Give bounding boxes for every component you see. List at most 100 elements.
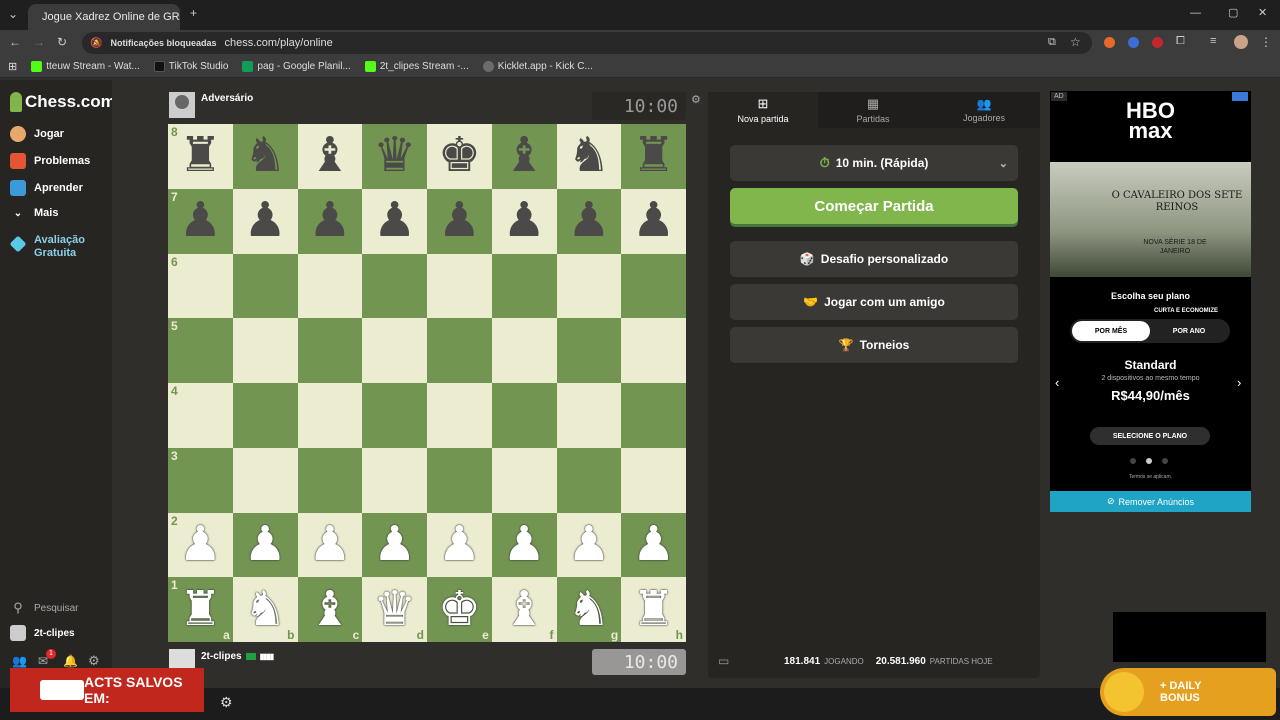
board-square[interactable]: ♜ 1 a (168, 577, 233, 642)
white-knight-icon[interactable]: ♞ (244, 585, 287, 634)
board-square[interactable] (491, 318, 557, 383)
board-square[interactable] (427, 318, 492, 383)
black-bishop-icon[interactable]: ♝ (503, 132, 546, 180)
board-square[interactable]: ♚ (427, 124, 492, 189)
maximize-icon[interactable]: ▢ (1228, 6, 1238, 19)
white-rook-icon[interactable]: ♜ (632, 585, 675, 634)
advertisement[interactable]: AD HBO max O CAVALEIRO DOS SETE REINOS N… (1050, 91, 1251, 512)
carousel-dot[interactable] (1146, 458, 1152, 464)
board-square[interactable]: ♟ (491, 512, 557, 578)
white-pawn-icon[interactable]: ♟ (632, 520, 675, 569)
board-square[interactable]: 5 (168, 318, 233, 383)
bookmark-item[interactable]: tteuw Stream - Wat... (31, 61, 140, 72)
gear-icon[interactable]: ⚙ (88, 653, 100, 669)
bookmark-item[interactable]: TikTok Studio (153, 61, 228, 72)
chat-icon[interactable]: ▭ (718, 654, 729, 668)
white-pawn-icon[interactable]: ♟ (244, 520, 287, 569)
board-square[interactable]: ♜ 8 (168, 124, 233, 189)
board-square[interactable]: ♜ h (621, 577, 686, 642)
start-game-button[interactable]: Começar Partida (730, 188, 1018, 224)
white-pawn-icon[interactable]: ♟ (373, 520, 416, 569)
black-pawn-icon[interactable]: ♟ (244, 197, 287, 245)
board-square[interactable] (556, 383, 622, 448)
black-pawn-icon[interactable]: ♟ (632, 197, 675, 245)
board-square[interactable]: ♟ (232, 512, 298, 578)
board-square[interactable] (491, 447, 557, 513)
board-square[interactable]: ♜ (621, 124, 686, 189)
board-square[interactable]: ♟ (232, 188, 298, 254)
board-square[interactable] (232, 383, 298, 448)
friends-icon[interactable]: 👥 (12, 654, 27, 668)
board-square[interactable]: ♚ e (427, 577, 492, 642)
sidebar-item-more[interactable]: ⌄ Mais (10, 207, 59, 219)
white-pawn-icon[interactable]: ♟ (308, 520, 351, 569)
board-square[interactable] (297, 383, 363, 448)
billing-toggle[interactable]: POR MÊS POR ANO (1070, 319, 1230, 343)
reading-list-icon[interactable]: ≡ (1210, 35, 1216, 47)
board-square[interactable]: ♟ (362, 512, 427, 578)
extension-icon[interactable] (1152, 37, 1163, 48)
adchoices-icon[interactable] (1232, 92, 1248, 101)
black-pawn-icon[interactable]: ♟ (438, 197, 481, 245)
black-queen-icon[interactable]: ♛ (373, 132, 416, 180)
opponent-avatar[interactable] (169, 92, 195, 118)
sidebar-item-play[interactable]: Jogar (10, 126, 64, 142)
install-app-icon[interactable]: ⧉ (1048, 36, 1056, 49)
extension-icon[interactable] (1104, 37, 1115, 48)
custom-challenge-button[interactable]: 🎲 Desafio personalizado (730, 241, 1018, 277)
tab-menu-icon[interactable]: ⌄ (8, 7, 18, 21)
white-knight-icon[interactable]: ♞ (567, 585, 610, 634)
board-square[interactable]: ♝ c (297, 577, 363, 642)
board-square[interactable] (362, 383, 427, 448)
bookmark-item[interactable]: Kicklet.app - Kick C... (482, 61, 593, 72)
carousel-next-icon[interactable]: › (1237, 375, 1241, 390)
board-square[interactable]: ♟ 2 (168, 512, 233, 578)
carousel-dot[interactable] (1130, 458, 1136, 464)
board-square[interactable]: ♟ (427, 188, 492, 254)
board-square[interactable] (556, 318, 622, 383)
board-square[interactable] (362, 318, 427, 383)
board-square[interactable] (491, 383, 557, 448)
board-square[interactable]: ♝ (297, 124, 363, 189)
select-plan-button[interactable]: SELECIONE O PLANO (1090, 427, 1210, 445)
board-square[interactable]: ♛ d (362, 577, 427, 642)
sidebar-item-puzzles[interactable]: Problemas (10, 153, 90, 169)
board-square[interactable] (556, 447, 622, 513)
close-window-icon[interactable]: ✕ (1258, 6, 1267, 19)
carousel-dot[interactable] (1162, 458, 1168, 464)
bookmark-item[interactable]: 2t_clipes Stream -... (364, 61, 469, 72)
board-square[interactable]: ♟ (427, 512, 492, 578)
black-pawn-icon[interactable]: ♟ (567, 197, 610, 245)
extensions-puzzle-icon[interactable]: ⧠ (1176, 35, 1185, 48)
board-square[interactable] (427, 253, 492, 319)
white-pawn-icon[interactable]: ♟ (503, 520, 546, 569)
white-pawn-icon[interactable]: ♟ (438, 520, 481, 569)
browser-menu-icon[interactable]: ⋮ (1260, 35, 1272, 49)
white-pawn-icon[interactable]: ♟ (567, 520, 610, 569)
remove-ads-button[interactable]: ⊘ Remover Anúncios (1050, 491, 1251, 512)
black-pawn-icon[interactable]: ♟ (179, 197, 222, 245)
board-square[interactable]: ♝ (491, 124, 557, 189)
board-square[interactable]: ♟ (556, 512, 622, 578)
notifications-blocked-label[interactable]: Notificações bloqueadas (110, 38, 216, 48)
chesscom-logo[interactable]: Chess.com (10, 92, 116, 112)
board-square[interactable]: ♟ (362, 188, 427, 254)
board-square[interactable]: ♞ (232, 124, 298, 189)
carousel-prev-icon[interactable]: ‹ (1055, 375, 1059, 390)
forward-icon[interactable]: → (33, 35, 45, 49)
sidebar-profile[interactable]: 2t-clipes (10, 625, 75, 641)
board-square[interactable]: ♞ g (556, 577, 622, 642)
time-control-select[interactable]: ⏱ 10 min. (Rápida) ⌄ (730, 145, 1018, 181)
white-pawn-icon[interactable]: ♟ (179, 520, 222, 569)
tab-players[interactable]: 👥 Jogadores (928, 92, 1040, 128)
board-square[interactable] (232, 447, 298, 513)
black-king-icon[interactable]: ♚ (438, 132, 481, 180)
chessboard[interactable]: ♜ 8 ♞ ♝ ♛ ♚ ♝ ♞ ♜ ♟ 7 ♟ ♟ ♟ ♟ ♟ ♟ ♟ 6 5 4 3 ♟ 2 ♟ ♟ ♟ ♟ ♟ ♟ ♟ ♜ 1 a ♞ b ♝ c ♛ d… (168, 124, 686, 642)
reload-icon[interactable]: ↻ (57, 35, 67, 49)
back-icon[interactable]: ← (9, 35, 21, 49)
board-square[interactable]: ♟ (297, 512, 363, 578)
black-pawn-icon[interactable]: ♟ (503, 197, 546, 245)
board-square[interactable]: ♟ (297, 188, 363, 254)
tab-new-game[interactable]: ⊞ Nova partida (708, 92, 818, 128)
board-square[interactable] (297, 253, 363, 319)
